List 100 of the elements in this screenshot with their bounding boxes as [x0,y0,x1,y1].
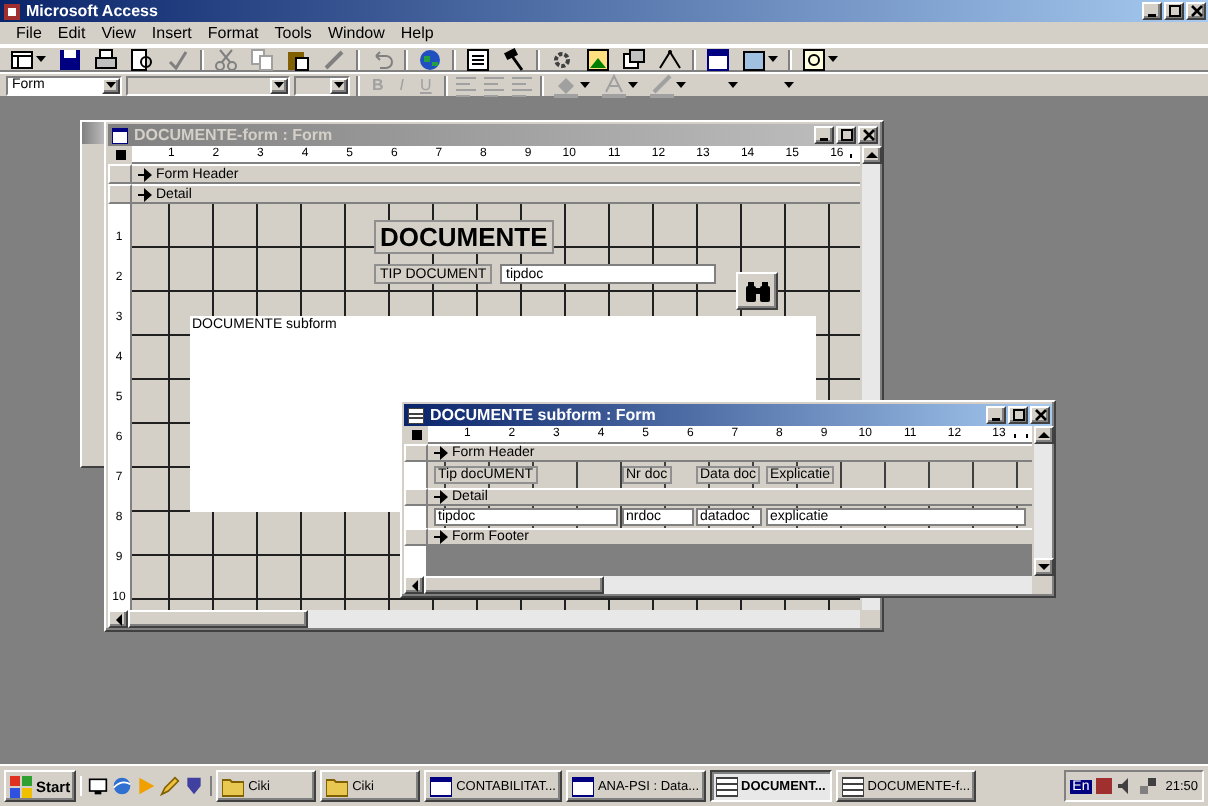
form-selector-icon[interactable] [115,150,125,160]
access-icon [4,3,20,19]
form-icon [841,775,864,797]
scroll-left-arrow-icon[interactable] [409,579,419,591]
desktop-icon[interactable] [88,776,109,796]
new-object-icon[interactable] [742,47,766,71]
caret-icon[interactable] [768,54,778,64]
spelling-icon[interactable] [166,47,190,71]
database-icon [571,775,594,797]
folder-icon [222,775,245,797]
paste-icon[interactable] [286,47,310,71]
section-marker-icon [138,167,152,181]
caret-icon [106,80,116,90]
caret-icon[interactable] [627,80,638,90]
undo-icon[interactable] [370,47,394,71]
section-selector[interactable] [108,184,132,204]
caret-icon[interactable] [36,54,46,64]
help-icon[interactable] [802,47,826,71]
network-icon[interactable] [1137,776,1158,796]
close-button[interactable] [858,126,878,144]
folder-icon [326,775,349,797]
browser-icon[interactable] [112,776,133,796]
section-selector[interactable] [108,164,132,184]
scroll-left-arrow-icon[interactable] [113,613,123,625]
close-button[interactable] [1186,2,1206,20]
menu-item[interactable]: Help [392,24,442,42]
section-selector[interactable] [404,528,428,546]
scrollbar-thumb[interactable] [128,610,308,628]
scroll-left-button[interactable] [404,576,424,594]
close-icon [861,128,875,142]
scroll-left-button[interactable] [108,610,128,628]
form-selector-icon[interactable] [411,430,421,440]
form-title-label[interactable]: DOCUMENTE [374,220,554,254]
save-icon[interactable] [58,47,82,71]
form-view-icon[interactable] [10,47,34,71]
database-window-icon[interactable] [706,47,730,71]
maximize-icon [839,128,853,142]
minimize-button[interactable] [1142,2,1162,20]
menu-item[interactable]: Tools [266,24,320,42]
caret-icon [274,80,284,90]
font-color-icon[interactable] [601,73,626,97]
menu-item[interactable]: File [8,24,50,42]
command-button[interactable] [736,272,778,310]
field-list-icon[interactable] [466,47,490,71]
windows-logo-icon [10,774,32,798]
binoculars-icon [743,279,771,303]
form-icon [408,407,424,423]
maximize-button[interactable] [836,126,856,144]
caret-icon[interactable] [579,80,590,90]
pencil-icon[interactable] [160,776,181,796]
line-color-icon[interactable] [649,73,674,97]
scroll-up-button[interactable] [862,146,882,164]
maximize-icon [1011,408,1025,422]
window-title: DOCUMENTE subform : Form [430,406,656,424]
close-icon [1189,4,1203,18]
maximize-button[interactable] [1008,406,1028,424]
section-selector[interactable] [404,488,428,506]
copy-icon[interactable] [250,47,274,71]
menu-item[interactable]: Format [199,24,267,42]
minimize-button[interactable] [814,126,834,144]
scroll-up-arrow-icon[interactable] [866,150,878,160]
scroll-up-arrow-icon[interactable] [1038,430,1050,440]
caret-icon[interactable] [783,80,794,90]
scrollbar-thumb[interactable] [424,576,604,594]
close-button[interactable] [1030,406,1050,424]
font-size-combo[interactable] [294,75,350,95]
window-title: DOCUMENTE-form : Form [134,126,333,144]
database-icon [430,775,453,797]
print-preview-icon[interactable] [130,47,154,71]
section-selector[interactable] [404,444,428,462]
section-marker-icon [434,530,448,544]
scroll-down-arrow-icon[interactable] [1038,562,1050,572]
section-marker-icon [434,446,448,460]
cut-icon[interactable] [214,47,238,71]
properties-icon[interactable] [622,47,646,71]
font-combo[interactable] [126,75,290,95]
minimize-button[interactable] [986,406,1006,424]
tray-app-icon[interactable] [1093,776,1114,796]
caret-icon[interactable] [675,80,686,90]
build-icon[interactable] [658,47,682,71]
vertical-scrollbar[interactable] [1032,426,1052,576]
caret-icon[interactable] [727,80,738,90]
menu-item[interactable]: View [93,24,144,42]
section-marker-icon [138,187,152,201]
menu-item[interactable]: Insert [143,24,200,42]
gear-icon[interactable] [550,47,574,71]
scroll-up-button[interactable] [1034,426,1054,444]
menu-item[interactable]: Edit [49,24,94,42]
maximize-button[interactable] [1164,2,1184,20]
caret-icon[interactable] [828,54,838,64]
hammer-icon[interactable] [502,47,526,71]
fill-color-icon[interactable] [553,73,578,97]
menu-item[interactable]: Window [319,24,393,42]
scroll-down-button[interactable] [1034,558,1054,576]
shield-icon[interactable] [184,776,205,796]
globe-icon[interactable] [418,47,442,71]
brush-icon[interactable] [322,47,346,71]
printer-icon[interactable] [94,47,118,71]
close-icon [1033,408,1047,422]
picture-icon[interactable] [586,47,610,71]
